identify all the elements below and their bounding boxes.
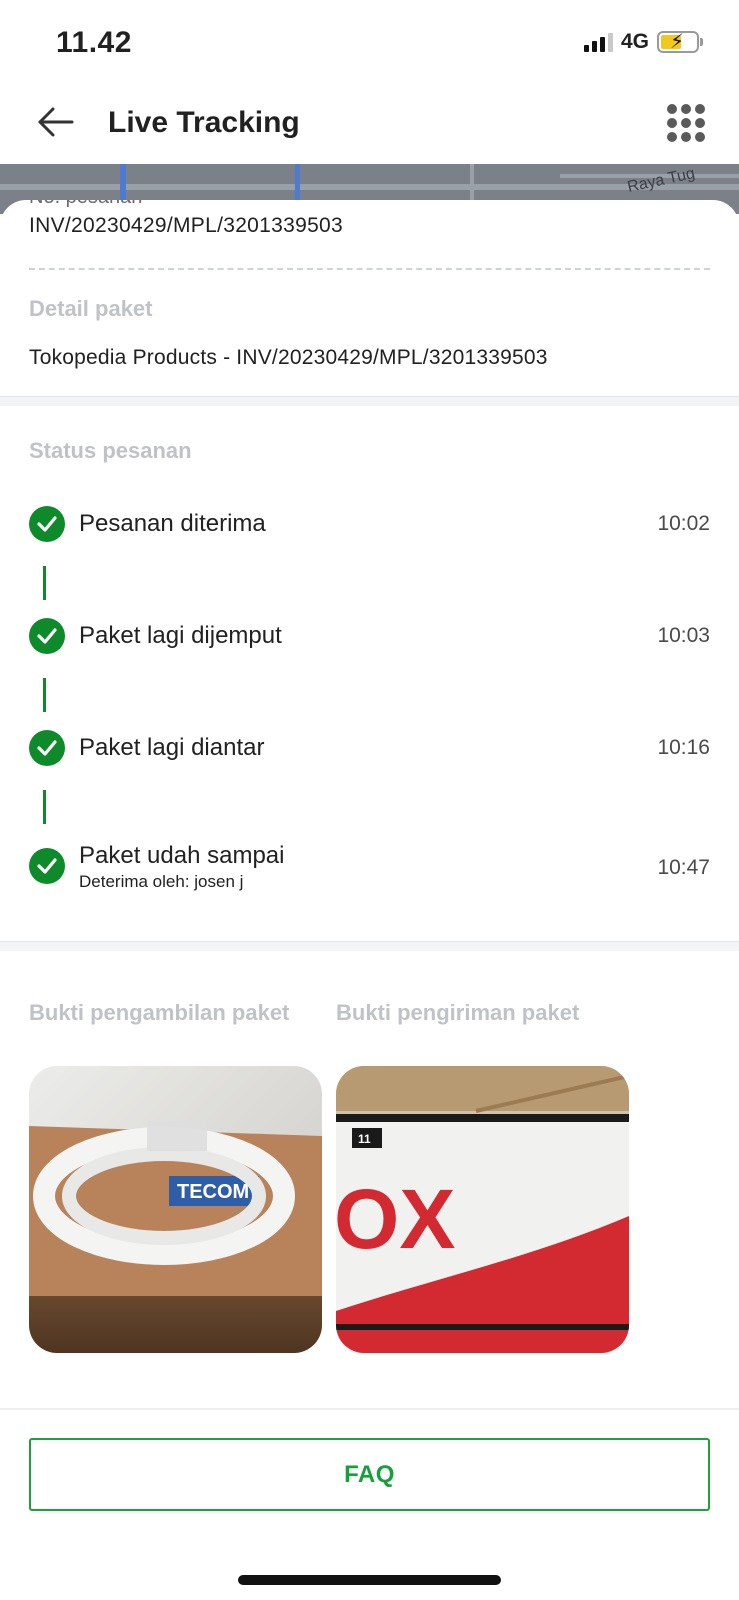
- step-time: 10:02: [657, 512, 710, 535]
- step-time: 10:47: [657, 856, 710, 879]
- order-status-title: Status pesanan: [29, 438, 192, 463]
- status-indicators: 4G ⚡: [583, 30, 703, 54]
- dashed-divider: [29, 268, 710, 270]
- footer-divider: [0, 1408, 739, 1410]
- check-circle-icon: [29, 506, 65, 542]
- step-label: Paket lagi diantar: [79, 734, 265, 761]
- check-circle-icon: [29, 730, 65, 766]
- network-type: 4G: [620, 30, 649, 53]
- status-time: 11.42: [56, 26, 132, 59]
- box-brand-text: TECOM: [177, 1181, 249, 1203]
- step-connector: [43, 566, 46, 600]
- app-header: Live Tracking: [0, 84, 739, 164]
- package-detail-value: Tokopedia Products - INV/20230429/MPL/32…: [29, 346, 548, 369]
- delivery-sign-text: OX: [336, 1172, 455, 1266]
- signal-icon: [583, 32, 613, 52]
- check-circle-icon: [29, 848, 65, 884]
- battery-icon: ⚡: [657, 31, 703, 53]
- delivery-tag-text: 11: [358, 1132, 371, 1146]
- status-bar: 11.42 4G ⚡: [0, 0, 739, 84]
- step-label: Pesanan diterima: [79, 510, 266, 537]
- pickup-proof-title: Bukti pengambilan paket: [29, 1000, 290, 1025]
- faq-button[interactable]: FAQ: [29, 1438, 710, 1511]
- delivery-proof-title: Bukti pengiriman paket: [336, 1000, 580, 1025]
- back-button[interactable]: [34, 100, 78, 144]
- section-divider: [0, 941, 739, 951]
- status-step: Paket lagi diantar 10:16: [29, 730, 710, 770]
- delivery-proof-photo[interactable]: 11 OX: [336, 1066, 629, 1353]
- check-circle-icon: [29, 618, 65, 654]
- order-number-value: INV/20230429/MPL/3201339503: [29, 214, 344, 237]
- step-label: Paket udah sampai: [79, 842, 285, 869]
- step-time: 10:03: [657, 624, 710, 647]
- section-divider: [0, 396, 739, 406]
- step-connector: [43, 790, 46, 824]
- step-label: Paket lagi dijemput: [79, 622, 282, 649]
- map-street-label: Raya Tug: [625, 165, 696, 196]
- step-connector: [43, 678, 46, 712]
- home-indicator[interactable]: [238, 1575, 501, 1585]
- step-receiver: Deterima oleh: josen j: [79, 872, 244, 891]
- tracking-sheet: No. pesanan INV/20230429/MPL/3201339503 …: [0, 200, 739, 1600]
- step-time: 10:16: [657, 736, 710, 759]
- pickup-proof-photo[interactable]: TECOM: [29, 1066, 322, 1353]
- page-title: Live Tracking: [108, 106, 300, 139]
- package-detail-label: Detail paket: [29, 296, 153, 321]
- status-step: Pesanan diterima 10:02: [29, 506, 710, 546]
- status-step: Paket udah sampai Deterima oleh: josen j…: [29, 842, 710, 898]
- grid-menu-button[interactable]: [667, 104, 705, 142]
- arrow-left-icon: [38, 107, 74, 137]
- status-step: Paket lagi dijemput 10:03: [29, 618, 710, 658]
